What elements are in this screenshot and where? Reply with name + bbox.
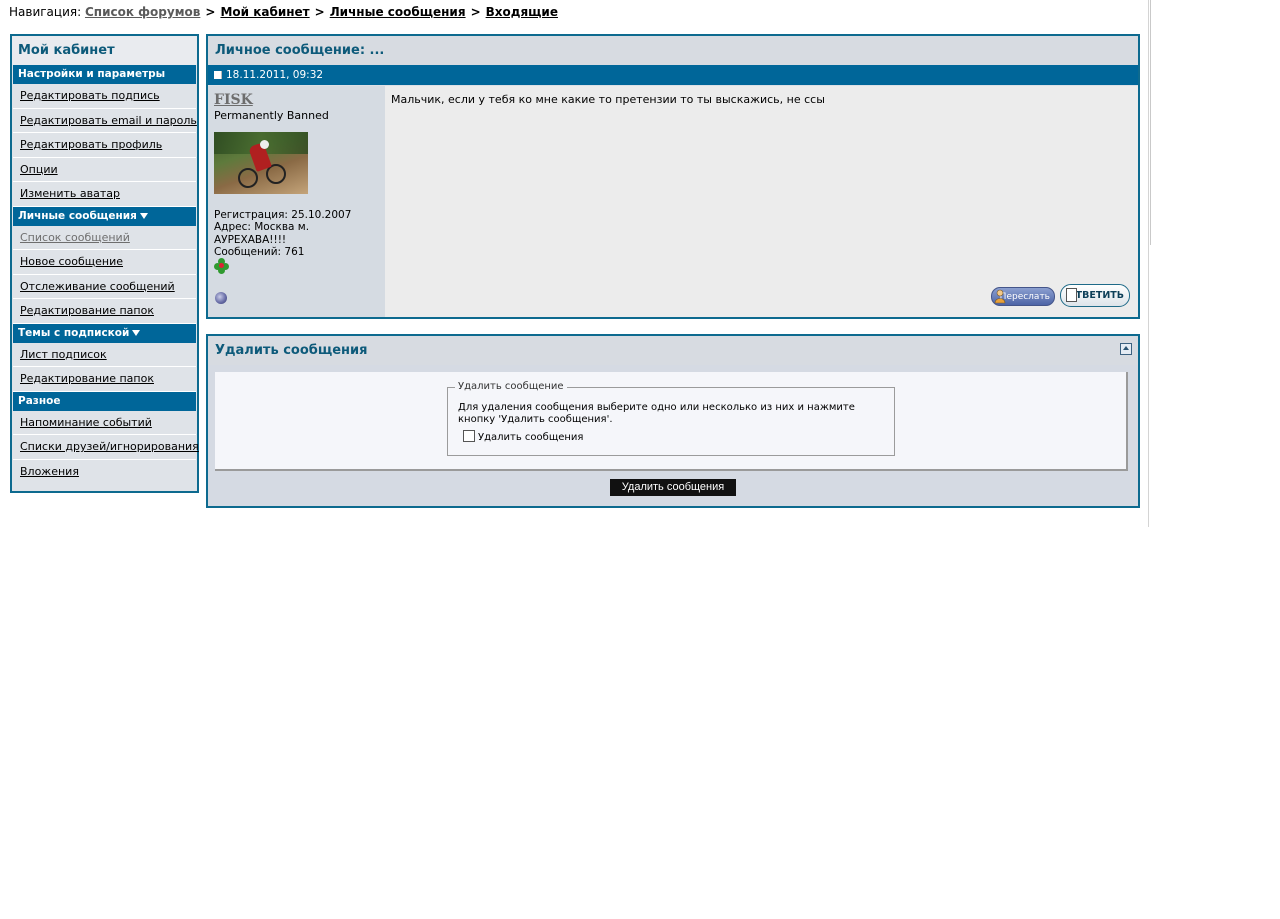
triangle-down-icon[interactable] bbox=[139, 212, 148, 219]
forward-person-icon bbox=[994, 289, 1006, 304]
sidebar: Мой кабинет Настройки и параметры Редакт… bbox=[10, 34, 199, 493]
sidebar-item-message-list: Список сообщений bbox=[13, 226, 196, 250]
breadcrumb-inbox[interactable]: Входящие bbox=[486, 5, 558, 19]
sidebar-link[interactable]: Лист подписок bbox=[20, 348, 107, 361]
sidebar-item-new-message: Новое сообщение bbox=[13, 250, 196, 275]
sidebar-item-edit-profile: Редактировать профиль bbox=[13, 133, 196, 158]
message-panel-title: Личное сообщение: ... bbox=[208, 36, 1138, 65]
sidebar-link[interactable]: Редактирование папок bbox=[20, 372, 154, 385]
breadcrumb-prefix: Навигация: bbox=[9, 5, 82, 19]
user-info: FISK Permanently Banned Регистрация: 25.… bbox=[208, 86, 385, 317]
sidebar-item-edit-email-password: Редактировать email и пароль bbox=[13, 109, 197, 133]
delete-panel-header: Удалить сообщения bbox=[208, 336, 1138, 365]
reply-document-icon bbox=[1066, 288, 1077, 302]
sidebar-item-edit-folders: Редактирование папок bbox=[13, 299, 196, 324]
collapse-icon[interactable] bbox=[1120, 343, 1132, 355]
private-message-panel: Личное сообщение: ... 18.11.2011, 09:32 … bbox=[206, 34, 1140, 319]
user-address-extra: АУРЕХАВА!!!! bbox=[214, 233, 287, 246]
document-icon bbox=[214, 71, 222, 79]
sidebar-link[interactable]: Списки друзей/игнорирования bbox=[20, 440, 199, 453]
sidebar-section-label: Личные сообщения bbox=[18, 209, 137, 222]
sidebar-item-message-tracking: Отслеживание сообщений bbox=[13, 275, 196, 299]
delete-form-area: Удалить сообщение Для удаления сообщения… bbox=[215, 372, 1128, 471]
breadcrumb-forum-list[interactable]: Список форумов bbox=[85, 5, 200, 19]
delete-fieldset: Удалить сообщение Для удаления сообщения… bbox=[447, 381, 895, 456]
breadcrumb-separator: > bbox=[205, 5, 216, 19]
page-right-edge bbox=[1148, 0, 1149, 527]
delete-panel-title: Удалить сообщения bbox=[215, 343, 368, 358]
avatar-helmet bbox=[260, 140, 269, 149]
avatar-wheel bbox=[238, 168, 258, 188]
sidebar-section-misc[interactable]: Разное bbox=[13, 391, 196, 411]
sidebar-item-options: Опции bbox=[13, 158, 196, 182]
sidebar-item-edit-signature: Редактировать подпись bbox=[13, 84, 196, 109]
avatar bbox=[214, 132, 308, 194]
sidebar-link[interactable]: Напоминание событий bbox=[20, 416, 152, 429]
breadcrumb-separator: > bbox=[470, 5, 481, 19]
delete-messages-button[interactable]: Удалить сообщения bbox=[610, 479, 736, 496]
sidebar-section-settings[interactable]: Настройки и параметры bbox=[13, 65, 196, 84]
user-registration: Регистрация: 25.10.2007 bbox=[214, 209, 352, 221]
sidebar-link[interactable]: Редактировать подпись bbox=[20, 89, 160, 102]
delete-checkbox[interactable] bbox=[463, 430, 475, 442]
reputation-clover-icon bbox=[214, 258, 230, 274]
sidebar-link[interactable]: Опции bbox=[20, 163, 58, 176]
sidebar-link[interactable]: Отслеживание сообщений bbox=[20, 280, 175, 293]
page-scroll-edge bbox=[1150, 0, 1151, 245]
user-stats: Регистрация: 25.10.2007 Адрес: Москва м.… bbox=[214, 209, 351, 258]
sidebar-title: Мой кабинет bbox=[12, 36, 197, 65]
sidebar-item-event-reminders: Напоминание событий bbox=[13, 411, 196, 435]
delete-description: Для удаления сообщения выберите одно или… bbox=[458, 402, 855, 425]
sidebar-link[interactable]: Вложения bbox=[20, 465, 79, 478]
message-body: FISK Permanently Banned Регистрация: 25.… bbox=[208, 86, 1138, 317]
breadcrumb: Навигация: Список форумов > Мой кабинет > Ли… bbox=[9, 5, 558, 19]
delete-messages-panel: Удалить сообщения Удалить сообщение Для … bbox=[206, 334, 1140, 508]
forward-button[interactable]: Переслать bbox=[991, 287, 1055, 306]
reply-button[interactable]: ОТВЕТИТЬ bbox=[1060, 284, 1130, 307]
triangle-down-icon[interactable] bbox=[132, 329, 141, 336]
sidebar-link[interactable]: Новое сообщение bbox=[20, 255, 123, 268]
user-address: Адрес: Москва м. bbox=[214, 221, 310, 234]
message-text: Мальчик, если у тебя ко мне какие то пре… bbox=[391, 93, 825, 106]
breadcrumb-private-messages[interactable]: Личные сообщения bbox=[330, 5, 466, 19]
message-date-bar: 18.11.2011, 09:32 bbox=[208, 65, 1138, 85]
sidebar-link[interactable]: Изменить аватар bbox=[20, 187, 120, 200]
forward-label: Переслать bbox=[999, 292, 1050, 302]
breadcrumb-my-cabinet[interactable]: Мой кабинет bbox=[220, 5, 309, 19]
message-date: 18.11.2011, 09:32 bbox=[226, 69, 324, 81]
breadcrumb-separator: > bbox=[314, 5, 325, 19]
sidebar-section-label: Настройки и параметры bbox=[18, 68, 166, 80]
sidebar-link[interactable]: Редактирование папок bbox=[20, 304, 154, 317]
sidebar-section-label: Разное bbox=[18, 394, 61, 407]
sidebar-link[interactable]: Список сообщений bbox=[20, 231, 130, 244]
fieldset-legend: Удалить сообщение bbox=[455, 381, 567, 392]
user-title: Permanently Banned bbox=[214, 109, 329, 122]
sidebar-link[interactable]: Редактировать профиль bbox=[20, 138, 162, 151]
message-content: Мальчик, если у тебя ко мне какие то пре… bbox=[385, 86, 1138, 317]
sidebar-item-edit-subscription-folders: Редактирование папок bbox=[13, 367, 196, 392]
sidebar-section-private-messages[interactable]: Личные сообщения bbox=[13, 206, 196, 226]
sidebar-item-attachments: Вложения bbox=[13, 460, 196, 484]
sidebar-item-friends-ignore-lists: Списки друзей/игнорирования bbox=[13, 435, 199, 460]
sidebar-section-subscriptions[interactable]: Темы с подпиской bbox=[13, 323, 196, 343]
online-status-icon bbox=[215, 292, 227, 304]
sidebar-link[interactable]: Редактировать email и пароль bbox=[20, 114, 197, 127]
username-link[interactable]: FISK bbox=[214, 92, 253, 108]
sidebar-section-label: Темы с подпиской bbox=[18, 326, 130, 339]
user-post-count: Сообщений: 761 bbox=[214, 245, 305, 258]
sidebar-item-change-avatar: Изменить аватар bbox=[13, 182, 196, 207]
sidebar-item-subscription-list: Лист подписок bbox=[13, 343, 196, 367]
delete-checkbox-label[interactable]: Удалить сообщения bbox=[478, 432, 583, 443]
